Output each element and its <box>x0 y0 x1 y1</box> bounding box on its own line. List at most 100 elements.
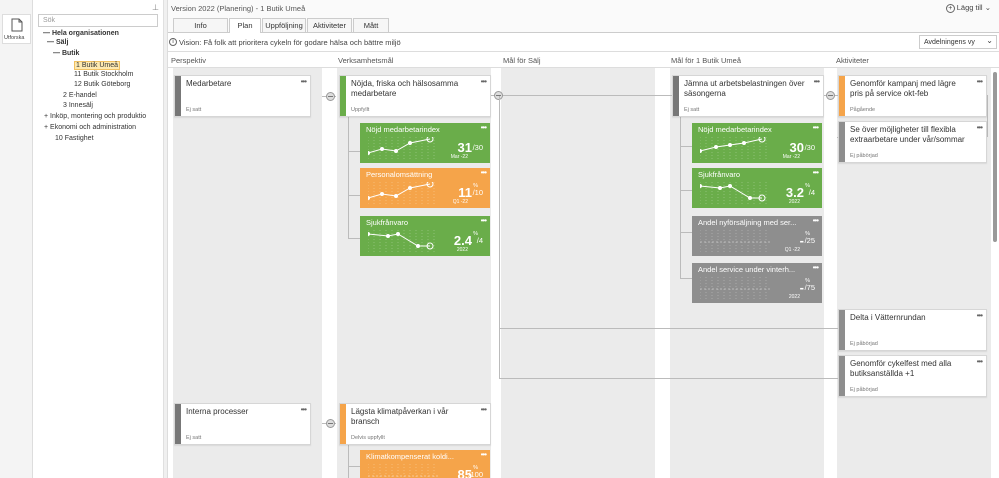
more-icon[interactable]: ••• <box>813 168 819 177</box>
connector-line <box>499 328 837 329</box>
page-title: Version 2022 (Planering) - 1 Butik Umeå <box>171 4 306 13</box>
kpi-card[interactable]: Personalomsättning •••% 11/10 Q1 -22 <box>360 168 490 208</box>
sparkline-point <box>386 234 390 238</box>
sparkline-path <box>368 233 430 247</box>
sparkline-path <box>368 183 431 199</box>
tree-item[interactable]: + Inköp, montering och produktio <box>44 113 146 120</box>
kpi-card[interactable]: Nöjd medarbetarindex ••• 30/30 Mar -22 <box>692 123 822 163</box>
explore-button[interactable]: Utforska <box>2 14 31 44</box>
card-status: Delvis uppfyllt <box>351 435 385 441</box>
collapse-icon[interactable]: — <box>53 50 62 57</box>
store-goal-card[interactable]: Jämna ut arbetsbelastningen över säsonge… <box>672 75 824 117</box>
board: Medarbetare Ej satt ••• Interna processer Ej… <box>168 68 999 478</box>
collapse-knob[interactable] <box>326 92 335 101</box>
more-icon[interactable]: ••• <box>301 405 307 414</box>
kpi-period: 2022 <box>788 199 800 205</box>
tree-item[interactable]: 11 Butik Stockholm <box>74 71 133 78</box>
tree-item-label: 12 Butik Göteborg <box>74 81 131 88</box>
tree-item-label: 1 Butik Umeå <box>76 62 119 69</box>
card-status: Ej satt <box>684 107 700 113</box>
status-bar <box>340 76 346 116</box>
sparkline-point <box>394 149 398 153</box>
more-icon[interactable]: ••• <box>301 77 307 86</box>
collapse-icon[interactable]: — <box>43 30 52 37</box>
tab-plan[interactable]: Plan <box>229 18 261 33</box>
pin-icon[interactable]: ⊥ <box>152 3 159 12</box>
activity-card[interactable]: Genomför cykelfest med alla butiksanstäl… <box>838 355 987 397</box>
tree-search-input[interactable]: Sök <box>38 14 158 27</box>
collapse-knob[interactable] <box>826 91 835 100</box>
kpi-value: 2.4 <box>453 233 472 248</box>
more-icon[interactable]: ••• <box>481 450 487 459</box>
column-header: Mål för Sälj <box>503 56 541 65</box>
kpi-card[interactable]: Sjukfrånvaro •••% 2.4/4 2022 <box>360 216 490 256</box>
kpi-card[interactable]: Sjukfrånvaro •••% 3.2/4 2022 <box>692 168 822 208</box>
tree-item[interactable]: 12 Butik Göteborg <box>74 81 130 88</box>
kpi-card[interactable]: Nöjd medarbetarindex ••• 31/30 Mar -22 <box>360 123 490 163</box>
more-icon[interactable]: ••• <box>481 216 487 225</box>
perspective-card[interactable]: Medarbetare Ej satt ••• <box>174 75 311 117</box>
tab-mått[interactable]: Mått <box>353 18 389 32</box>
sparkline-point <box>718 186 722 190</box>
more-icon[interactable]: ••• <box>814 77 820 86</box>
tree-item[interactable]: 2 E-handel <box>63 92 97 99</box>
card-title: Jämna ut arbetsbelastningen över säsonge… <box>684 79 805 98</box>
tree-item[interactable]: — Hela organisationen <box>43 30 119 37</box>
sparkline <box>700 137 767 159</box>
tree-item[interactable]: + Ekonomi och administration <box>44 124 136 131</box>
card-status: Ej påbörjad <box>850 387 878 393</box>
kpi-value: 3.2 <box>785 185 804 200</box>
card-status: Ej satt <box>186 435 202 441</box>
kpi-period: Q1 -22 <box>452 199 468 205</box>
more-icon[interactable]: ••• <box>977 77 983 86</box>
collapse-icon[interactable]: — <box>47 39 56 46</box>
collapse-knob[interactable] <box>326 419 335 428</box>
more-icon[interactable]: ••• <box>813 123 819 132</box>
more-icon[interactable]: ••• <box>977 357 983 366</box>
kpi-value: 11 <box>458 185 472 200</box>
more-icon[interactable]: ••• <box>977 123 983 132</box>
kpi-card[interactable]: Klimatkompenserat koldi... •••% 85/100 <box>360 450 490 478</box>
goal-card[interactable]: Nöjda, friska och hälsosamma medarbetare… <box>339 75 491 117</box>
tree-item[interactable]: — Butik <box>53 50 79 57</box>
view-select[interactable]: Avdelningens vy ⌄ <box>919 35 997 49</box>
more-icon[interactable]: ••• <box>481 405 487 414</box>
more-icon[interactable]: ••• <box>813 263 819 272</box>
more-icon[interactable]: ••• <box>481 168 487 177</box>
sparkline <box>700 182 767 204</box>
status-bar <box>175 404 181 444</box>
status-bar <box>175 76 181 116</box>
sparkline-point <box>368 196 370 200</box>
connector-line <box>987 95 988 137</box>
more-icon[interactable]: ••• <box>481 123 487 132</box>
more-icon[interactable]: ••• <box>813 216 819 225</box>
perspective-card[interactable]: Interna processer Ej satt ••• <box>174 403 311 445</box>
tree-item-label: 3 Innesälj <box>63 102 93 109</box>
tab-uppföljning[interactable]: Uppföljning <box>262 18 306 32</box>
kpi-title: Nöjd medarbetarindex <box>366 125 440 134</box>
org-tree-panel: Sök ⊥ — Hela organisationen — Sälj — Butik… <box>33 0 164 478</box>
kpi-target: /30 <box>804 143 815 152</box>
add-button[interactable]: + Lägg till ⌄ <box>945 3 991 13</box>
goal-card[interactable]: Lägsta klimatpåverkan i vår bransch Delvi… <box>339 403 491 445</box>
kpi-card[interactable]: Andel service under vinterh... •••% -/75 20… <box>692 263 822 303</box>
more-icon[interactable]: ••• <box>977 311 983 320</box>
tree-item[interactable]: 3 Innesälj <box>63 102 93 109</box>
activity-card[interactable]: Se över möjligheter till flexibla extraa… <box>838 121 987 163</box>
sparkline-point <box>380 192 384 196</box>
scrollbar[interactable] <box>993 72 997 242</box>
tree-item-label: 2 E-handel <box>63 92 97 99</box>
card-title: Se över möjligheter till flexibla extraa… <box>850 125 965 144</box>
tree-item-label: 10 Fastighet <box>55 135 94 142</box>
kpi-card[interactable]: Andel nyförsäljning med ser... •••% -/25 Q1… <box>692 216 822 256</box>
tree-item[interactable]: 10 Fastighet <box>55 135 94 142</box>
activity-card[interactable]: Genomför kampanj med lägre pris på servi… <box>838 75 987 117</box>
tree-item[interactable]: — Sälj <box>47 39 68 46</box>
tree-item-label: Hela organisationen <box>51 30 119 37</box>
tab-info[interactable]: Info <box>173 18 228 32</box>
activity-card[interactable]: Delta i Vätternrundan Ej påbörjad ••• <box>838 309 987 351</box>
kpi-period: 2022 <box>788 294 800 300</box>
tab-aktiviteter[interactable]: Aktiviteter <box>307 18 352 32</box>
more-icon[interactable]: ••• <box>481 77 487 86</box>
tree-item[interactable]: 1 Butik Umeå <box>74 61 121 70</box>
